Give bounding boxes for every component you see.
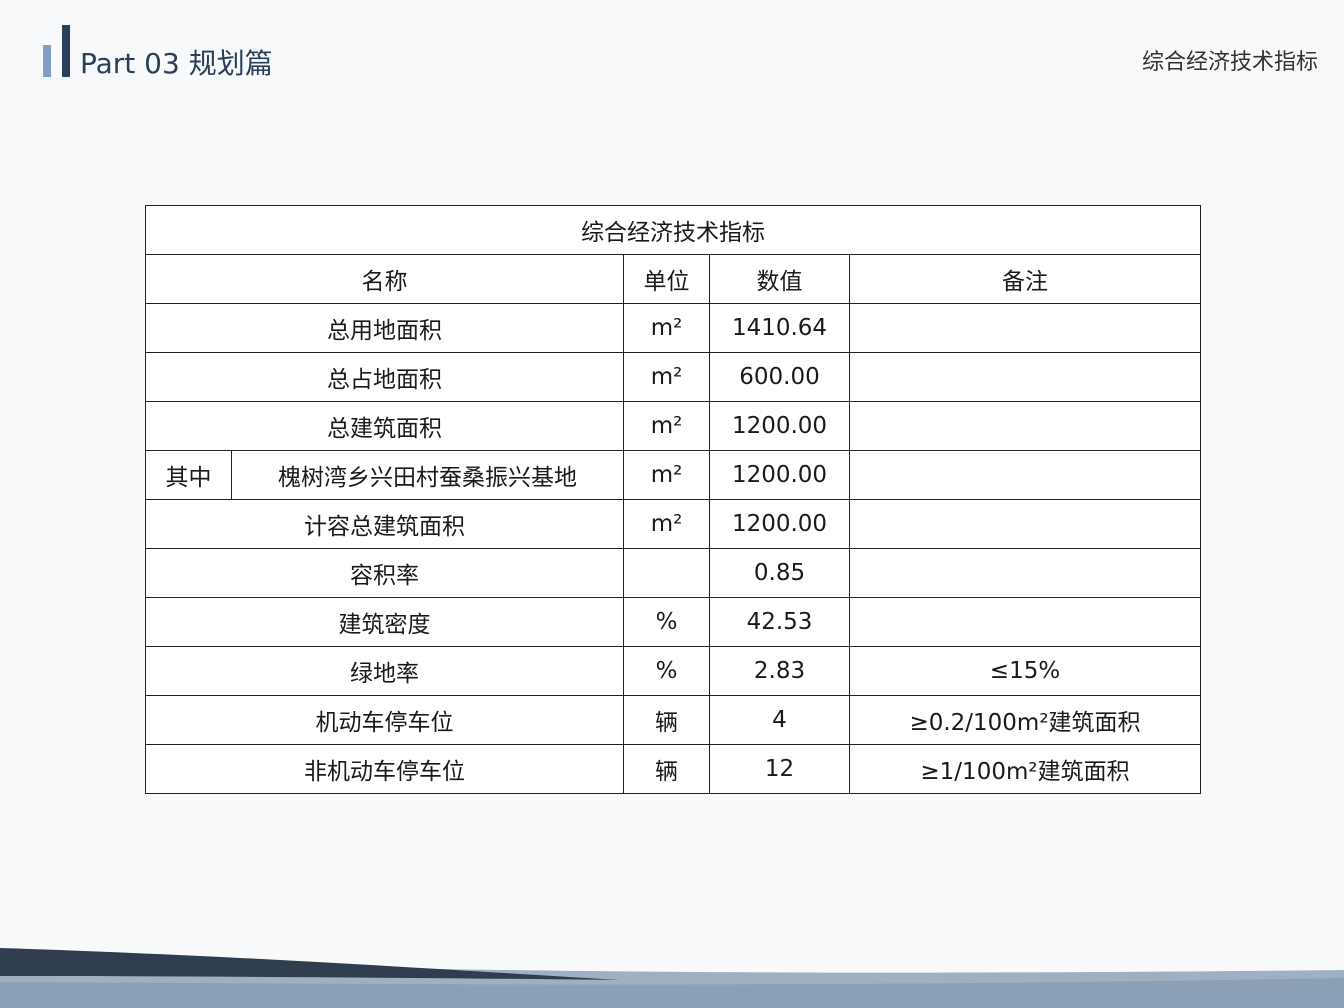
row-value: 1200.00 <box>709 450 850 500</box>
table-row: 其中 槐树湾乡兴田村蚕桑振兴基地 m² 1200.00 <box>145 450 1201 500</box>
table-row: 机动车停车位 辆 4 ≥0.2/100m²建筑面积 <box>145 695 1201 745</box>
table-title: 综合经济技术指标 <box>145 205 1201 255</box>
header-accent-bars <box>43 25 73 77</box>
row-name: 总建筑面积 <box>145 401 624 451</box>
row-note: ≥1/100m²建筑面积 <box>849 744 1201 794</box>
row-name: 非机动车停车位 <box>145 744 624 794</box>
row-unit: % <box>623 597 710 647</box>
row-unit: m² <box>623 352 710 402</box>
header-note: 备注 <box>849 254 1201 304</box>
row-note <box>849 352 1201 402</box>
row-note: ≥0.2/100m²建筑面积 <box>849 695 1201 745</box>
row-value: 42.53 <box>709 597 850 647</box>
accent-bar-light <box>43 45 51 77</box>
row-note <box>849 450 1201 500</box>
table-row: 计容总建筑面积 m² 1200.00 <box>145 499 1201 549</box>
page-subtitle: 综合经济技术指标 <box>1141 50 1318 75</box>
row-unit: % <box>623 646 710 696</box>
row-value: 600.00 <box>709 352 850 402</box>
table-row: 非机动车停车位 辆 12 ≥1/100m²建筑面积 <box>145 744 1201 794</box>
row-value: 1200.00 <box>709 401 850 451</box>
row-unit: 辆 <box>623 744 710 794</box>
table-row: 绿地率 % 2.83 ≤15% <box>145 646 1201 696</box>
row-unit: m² <box>623 303 710 353</box>
header-unit: 单位 <box>623 254 710 304</box>
row-name: 建筑密度 <box>145 597 624 647</box>
row-value: 0.85 <box>709 548 850 598</box>
row-unit: m² <box>623 499 710 549</box>
row-note <box>849 548 1201 598</box>
table-title-row: 综合经济技术指标 <box>145 205 1201 255</box>
row-name: 总占地面积 <box>145 352 624 402</box>
row-note <box>849 499 1201 549</box>
row-note <box>849 303 1201 353</box>
indicator-table: 综合经济技术指标 名称 单位 数值 备注 总用地面积 m² 1410.64 总占… <box>145 205 1201 794</box>
row-unit: m² <box>623 450 710 500</box>
table-row: 总用地面积 m² 1410.64 <box>145 303 1201 353</box>
row-name: 绿地率 <box>145 646 624 696</box>
row-note <box>849 401 1201 451</box>
row-unit <box>623 548 710 598</box>
part-title: Part 03 规划篇 <box>80 47 273 80</box>
row-name: 计容总建筑面积 <box>145 499 624 549</box>
table-row: 总建筑面积 m² 1200.00 <box>145 401 1201 451</box>
row-name: 容积率 <box>145 548 624 598</box>
accent-bar-dark <box>62 25 70 77</box>
footer-wave-decoration <box>0 948 1344 1008</box>
table-row: 总占地面积 m² 600.00 <box>145 352 1201 402</box>
row-value: 2.83 <box>709 646 850 696</box>
row-value: 4 <box>709 695 850 745</box>
row-value: 1200.00 <box>709 499 850 549</box>
table-header-row: 名称 单位 数值 备注 <box>145 254 1201 304</box>
row-unit: m² <box>623 401 710 451</box>
row-value: 1410.64 <box>709 303 850 353</box>
row-group-label: 其中 <box>145 450 232 500</box>
header-name: 名称 <box>145 254 624 304</box>
row-name: 槐树湾乡兴田村蚕桑振兴基地 <box>231 450 624 500</box>
row-note: ≤15% <box>849 646 1201 696</box>
row-name: 机动车停车位 <box>145 695 624 745</box>
header-value: 数值 <box>709 254 850 304</box>
row-value: 12 <box>709 744 850 794</box>
row-name: 总用地面积 <box>145 303 624 353</box>
table-row: 建筑密度 % 42.53 <box>145 597 1201 647</box>
row-note <box>849 597 1201 647</box>
row-unit: 辆 <box>623 695 710 745</box>
table-row: 容积率 0.85 <box>145 548 1201 598</box>
